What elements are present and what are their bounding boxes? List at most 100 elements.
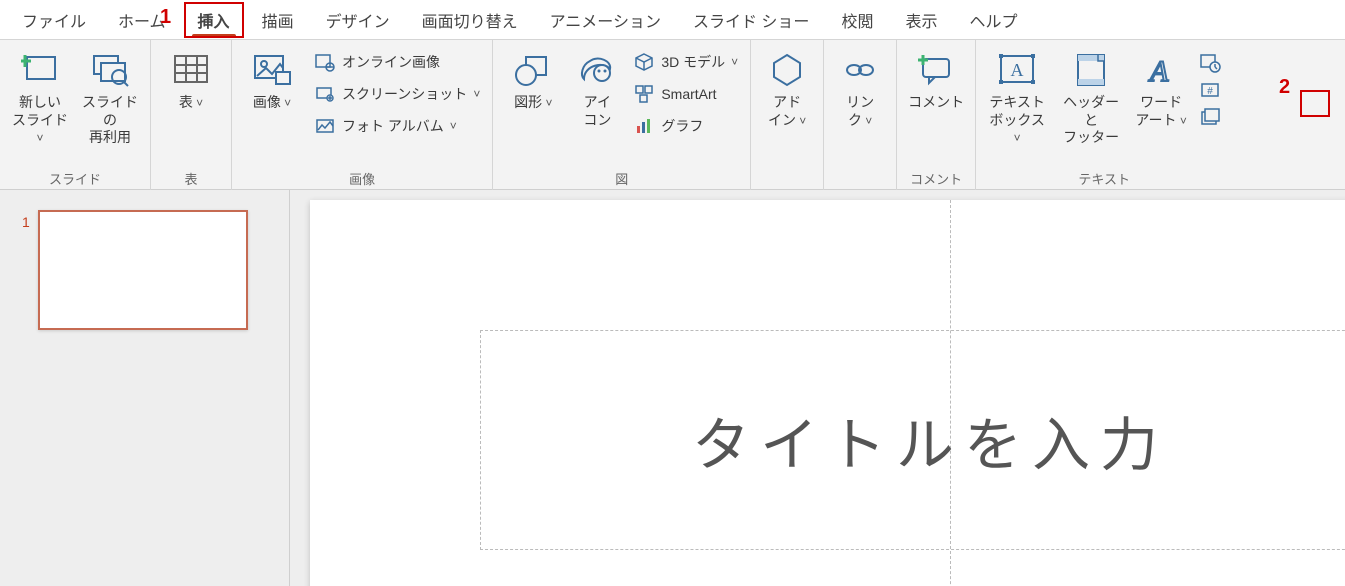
- icons-icon: [577, 50, 617, 90]
- headerfooter-label: ヘッダーと フッター: [1058, 94, 1124, 147]
- group-addins-label: [759, 186, 815, 188]
- shapes-button[interactable]: 図形: [501, 46, 565, 112]
- textbox-button[interactable]: A テキスト ボックス: [984, 46, 1050, 147]
- online-images-icon: [314, 51, 336, 73]
- links-label: リン ク: [846, 94, 874, 129]
- table-icon: [171, 50, 211, 90]
- photo-album-label: フォト アルバム: [342, 116, 444, 136]
- svg-text:A: A: [1011, 60, 1024, 80]
- wordart-label: ワード アート: [1135, 94, 1187, 129]
- chart-button[interactable]: グラフ: [629, 110, 742, 142]
- group-illustrations: 図形 アイ コン 3D モデル SmartArt グラフ: [493, 40, 751, 190]
- images-icon: [252, 50, 292, 90]
- smartart-label: SmartArt: [661, 86, 716, 102]
- object-button[interactable]: [1198, 106, 1222, 130]
- wordart-icon: A: [1141, 50, 1181, 90]
- svg-text:#: #: [1207, 86, 1213, 97]
- photo-album-icon: [314, 115, 336, 137]
- textbox-label: テキスト ボックス: [986, 94, 1048, 147]
- 3d-models-button[interactable]: 3D モデル: [629, 46, 742, 78]
- thumbnail-row: 1: [22, 210, 277, 330]
- cube-icon: [633, 51, 655, 73]
- wordart-button[interactable]: A ワード アート: [1132, 46, 1190, 129]
- title-placeholder-text: タイトルを入力: [692, 398, 1168, 482]
- new-slide-button[interactable]: 新しい スライド: [8, 46, 72, 147]
- annotation-1: 1: [160, 6, 171, 29]
- group-links-label: [832, 186, 888, 188]
- icons-button[interactable]: アイ コン: [571, 46, 623, 129]
- comment-label: コメント: [908, 94, 964, 112]
- online-images-button[interactable]: オンライン画像: [310, 46, 484, 78]
- highlight-slidenumber: [1300, 90, 1330, 117]
- tab-slideshow[interactable]: スライド ショー: [677, 0, 825, 40]
- tab-transition[interactable]: 画面切り替え: [406, 0, 534, 40]
- group-links: リン ク: [824, 40, 897, 190]
- chart-label: グラフ: [661, 116, 703, 136]
- table-label: 表: [179, 94, 203, 112]
- group-text-label: テキスト: [984, 167, 1224, 188]
- textbox-icon: A: [997, 50, 1037, 90]
- tab-design[interactable]: デザイン: [310, 0, 406, 40]
- thumbnail-number: 1: [22, 210, 30, 330]
- comment-button[interactable]: コメント: [905, 46, 967, 112]
- tab-view[interactable]: 表示: [889, 0, 953, 40]
- group-addins: アド イン: [751, 40, 824, 190]
- group-illustrations-label: 図: [501, 167, 742, 188]
- datetime-button[interactable]: [1198, 50, 1222, 74]
- thumbnail-slide-1[interactable]: [38, 210, 248, 330]
- online-images-label: オンライン画像: [342, 52, 440, 72]
- workspace: 1 タイトルを入力: [0, 190, 1345, 586]
- reuse-slides-icon: [90, 50, 130, 90]
- slide-canvas[interactable]: タイトルを入力: [310, 200, 1345, 586]
- new-slide-icon: [20, 50, 60, 90]
- chart-icon: [633, 115, 655, 137]
- group-comments: コメント コメント: [897, 40, 976, 190]
- reuse-slides-label: スライドの 再利用: [80, 94, 140, 147]
- images-button[interactable]: 画像: [240, 46, 304, 112]
- 3d-models-label: 3D モデル: [661, 52, 725, 72]
- addins-button[interactable]: アド イン: [759, 46, 815, 129]
- group-tables: 表 表: [151, 40, 232, 190]
- svg-text:A: A: [1148, 55, 1169, 88]
- shapes-label: 図形: [514, 94, 552, 112]
- tab-review[interactable]: 校閲: [825, 0, 889, 40]
- new-slide-label: 新しい スライド: [10, 94, 70, 147]
- ribbon: 新しい スライド スライドの 再利用 スライド 表 表: [0, 40, 1345, 190]
- images-label: 画像: [253, 94, 291, 112]
- group-slides: 新しい スライド スライドの 再利用 スライド: [0, 40, 151, 190]
- ribbon-tabs: 1 ファイル ホーム 挿入 描画 デザイン 画面切り替え アニメーション スライ…: [0, 0, 1345, 40]
- tab-insert[interactable]: 挿入: [182, 0, 246, 40]
- comment-icon: [916, 50, 956, 90]
- link-icon: [840, 50, 880, 90]
- group-images: 画像 オンライン画像 スクリーンショット フォト アルバム 画像: [232, 40, 493, 190]
- headerfooter-icon: [1071, 50, 1111, 90]
- links-button[interactable]: リン ク: [832, 46, 888, 129]
- tab-draw[interactable]: 描画: [246, 0, 310, 40]
- headerfooter-button[interactable]: ヘッダーと フッター: [1056, 46, 1126, 147]
- photo-album-button[interactable]: フォト アルバム: [310, 110, 484, 142]
- addins-icon: [767, 50, 807, 90]
- screenshot-icon: [314, 83, 336, 105]
- screenshot-label: スクリーンショット: [342, 84, 467, 104]
- slide-area[interactable]: タイトルを入力: [290, 190, 1345, 586]
- smartart-button[interactable]: SmartArt: [629, 78, 742, 110]
- shapes-icon: [513, 50, 553, 90]
- smartart-icon: [633, 83, 655, 105]
- group-comments-label: コメント: [905, 167, 967, 188]
- addins-label: アド イン: [768, 94, 806, 129]
- screenshot-button[interactable]: スクリーンショット: [310, 78, 484, 110]
- tab-animation[interactable]: アニメーション: [534, 0, 677, 40]
- table-button[interactable]: 表: [159, 46, 223, 112]
- group-text: A テキスト ボックス ヘッダーと フッター A ワード アート # テキスト: [976, 40, 1232, 190]
- reuse-slides-button[interactable]: スライドの 再利用: [78, 46, 142, 147]
- group-images-label: 画像: [240, 167, 484, 188]
- tab-file[interactable]: ファイル: [6, 0, 102, 40]
- group-tables-label: 表: [159, 167, 223, 188]
- annotation-2: 2: [1279, 76, 1290, 99]
- title-placeholder[interactable]: タイトルを入力: [480, 330, 1345, 550]
- slidenumber-button[interactable]: #: [1198, 78, 1222, 102]
- thumbnail-panel[interactable]: 1: [0, 190, 290, 586]
- tab-help[interactable]: ヘルプ: [953, 0, 1033, 40]
- icons-label: アイ コン: [583, 94, 611, 129]
- group-slides-label: スライド: [8, 167, 142, 188]
